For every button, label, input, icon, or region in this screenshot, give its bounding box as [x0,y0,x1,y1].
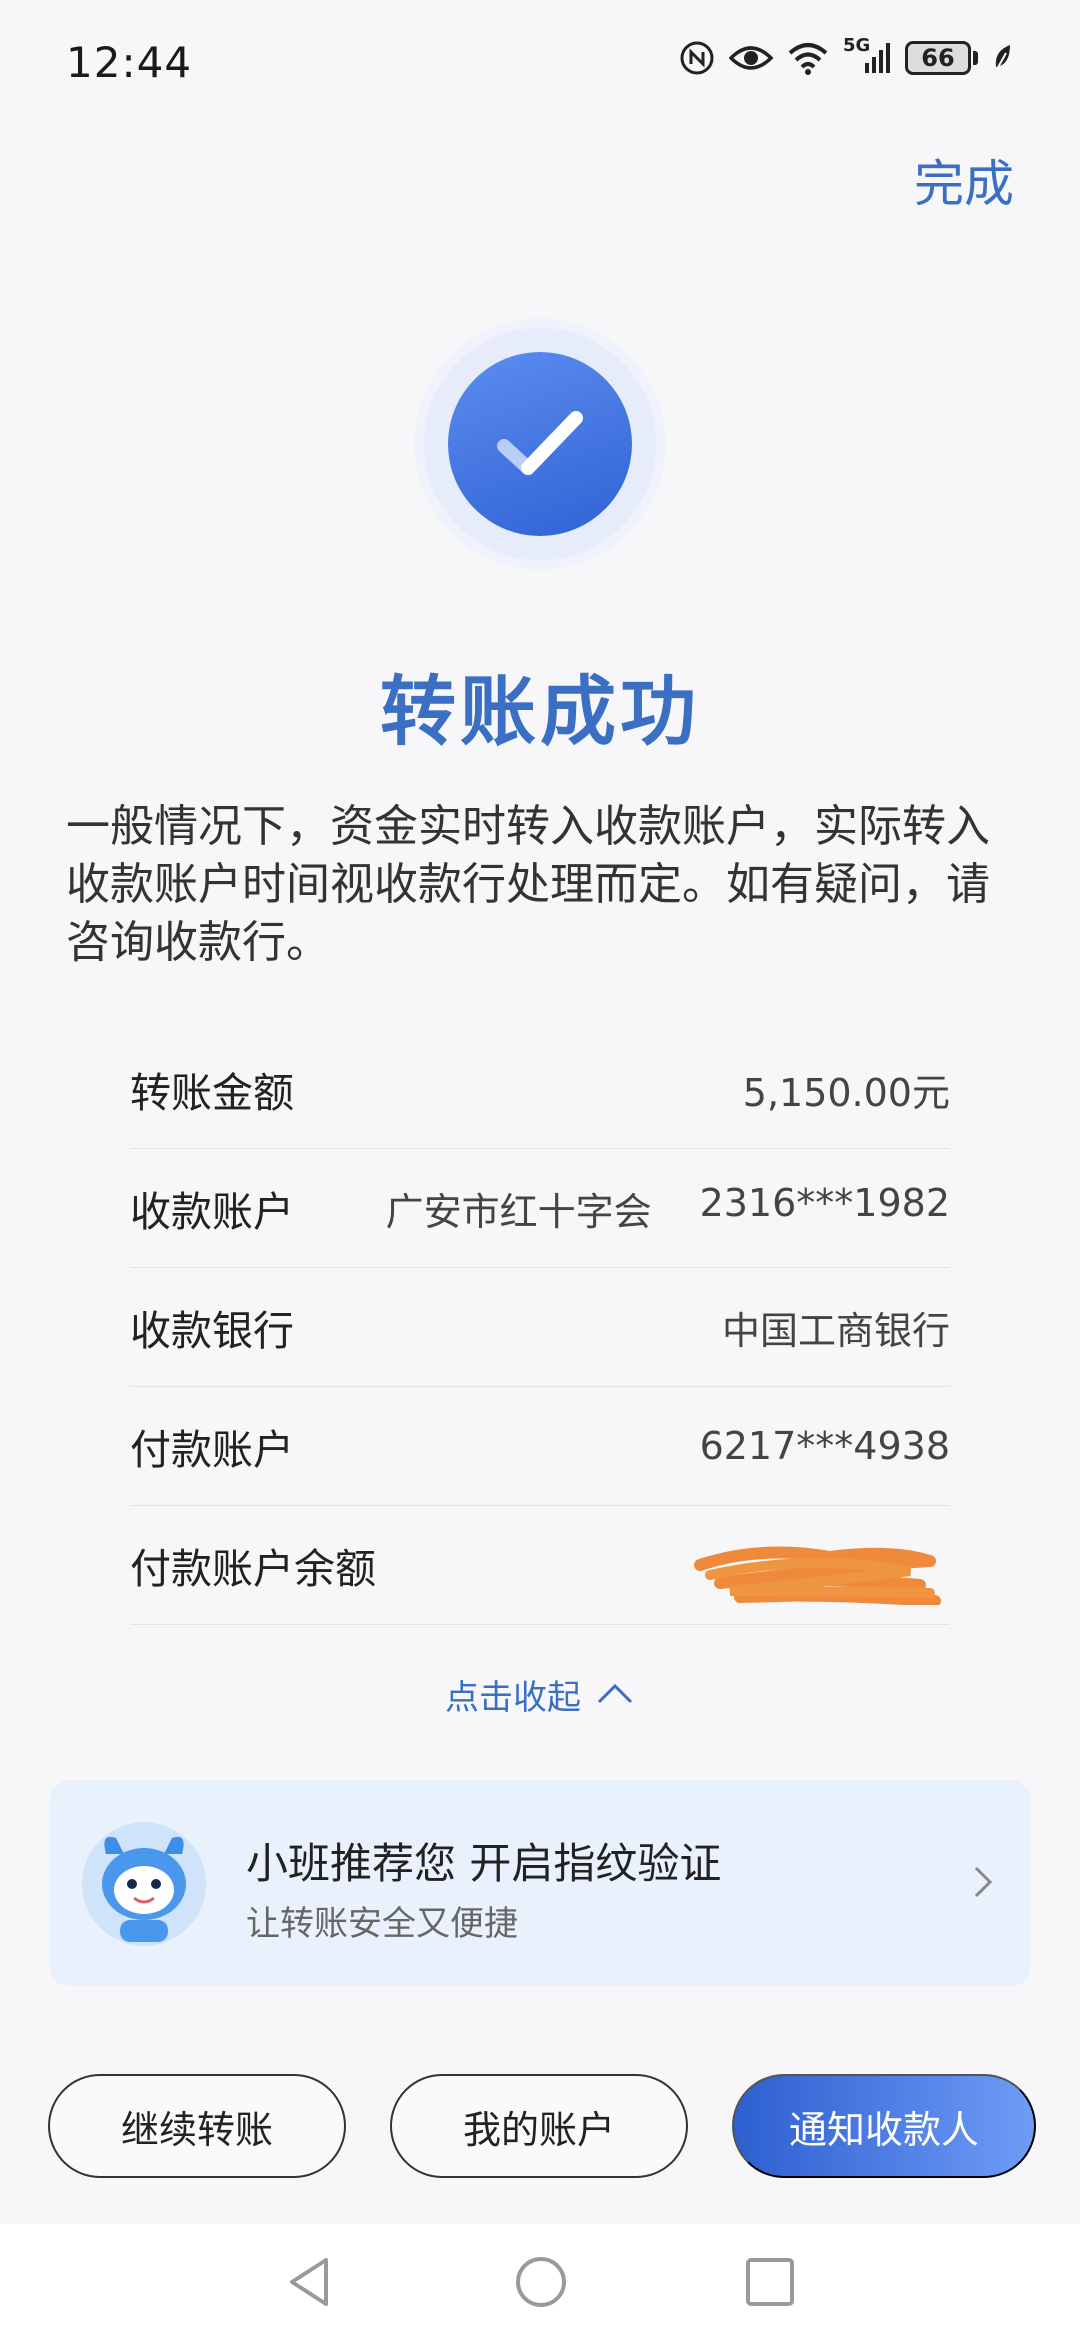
back-icon[interactable] [284,2254,334,2314]
leaf-icon [992,43,1014,73]
payee-name: 广安市红十字会 [385,1189,652,1234]
chevron-right-icon [972,1862,994,1906]
mascot-avatar [80,1820,208,1948]
payee-account-number: 2316***1982 [699,1180,950,1225]
detail-label: 付款账户余额 [130,1545,376,1593]
detail-row-payer-account: 付款账户 6217***4938 [130,1387,950,1506]
done-button[interactable]: 完成 [914,144,1014,216]
status-icons: 5G 66 [679,35,1014,76]
my-account-button[interactable]: 我的账户 [390,2074,688,2178]
detail-label: 收款账户 [130,1188,294,1236]
recents-icon[interactable] [744,2254,796,2314]
transfer-notice: 一般情况下，资金实时转入收款账户，实际转入收款账户时间视收款行处理而定。如有疑问… [66,801,990,968]
check-icon [448,352,632,536]
network-type: 5G [843,35,871,56]
collapse-label: 点击收起 [445,1678,581,1718]
detail-row-payer-balance: 付款账户余额 [130,1506,950,1625]
detail-value: 5,150.00元 [742,1070,950,1115]
detail-label: 收款银行 [130,1307,294,1355]
detail-row-payee-account: 收款账户 广安市红十字会 2316***1982 [130,1149,950,1268]
nfc-icon [679,40,715,76]
promo-title: 小班推荐您 开启指纹验证 [246,1839,722,1888]
status-time: 12:44 [66,38,193,87]
wifi-icon [787,41,829,75]
detail-label: 转账金额 [130,1069,294,1117]
success-title: 转账成功 [380,667,700,756]
detail-value: 6217***4938 [699,1424,950,1468]
fingerprint-promo-card[interactable]: 小班推荐您 开启指纹验证 让转账安全又便捷 [50,1780,1030,1986]
signal-icon: 5G [843,35,891,75]
detail-label: 付款账户 [130,1426,294,1474]
detail-row-amount: 转账金额 5,150.00元 [130,1030,950,1149]
home-icon[interactable] [513,2254,569,2314]
action-buttons: 继续转账 我的账户 通知收款人 [0,2074,1080,2178]
transfer-details: 转账金额 5,150.00元 收款账户 广安市红十字会 2316***1982 … [130,1030,950,1625]
system-navigation-bar [0,2224,1080,2340]
battery-icon: 66 [905,41,978,75]
detail-value: 中国工商银行 [721,1308,950,1353]
eye-icon [729,42,773,74]
detail-value-group: 广安市红十字会 2316***1982 [386,1181,950,1236]
battery-level: 66 [905,41,971,75]
status-bar: 12:44 5G 66 [0,0,1080,120]
collapse-toggle[interactable]: 点击收起 [0,1670,1080,1719]
continue-transfer-button[interactable]: 继续转账 [48,2074,346,2178]
redaction-scribble [680,1535,950,1607]
promo-subtitle: 让转账安全又便捷 [246,1904,518,1944]
notify-payee-button[interactable]: 通知收款人 [732,2074,1036,2178]
transfer-success-page: 12:44 5G 66 完成 转账成功 一般情况下，资金实时转入收款账户，实际转… [0,0,1080,2340]
detail-row-payee-bank: 收款银行 中国工商银行 [130,1268,950,1387]
chevron-up-icon [595,1675,635,1715]
